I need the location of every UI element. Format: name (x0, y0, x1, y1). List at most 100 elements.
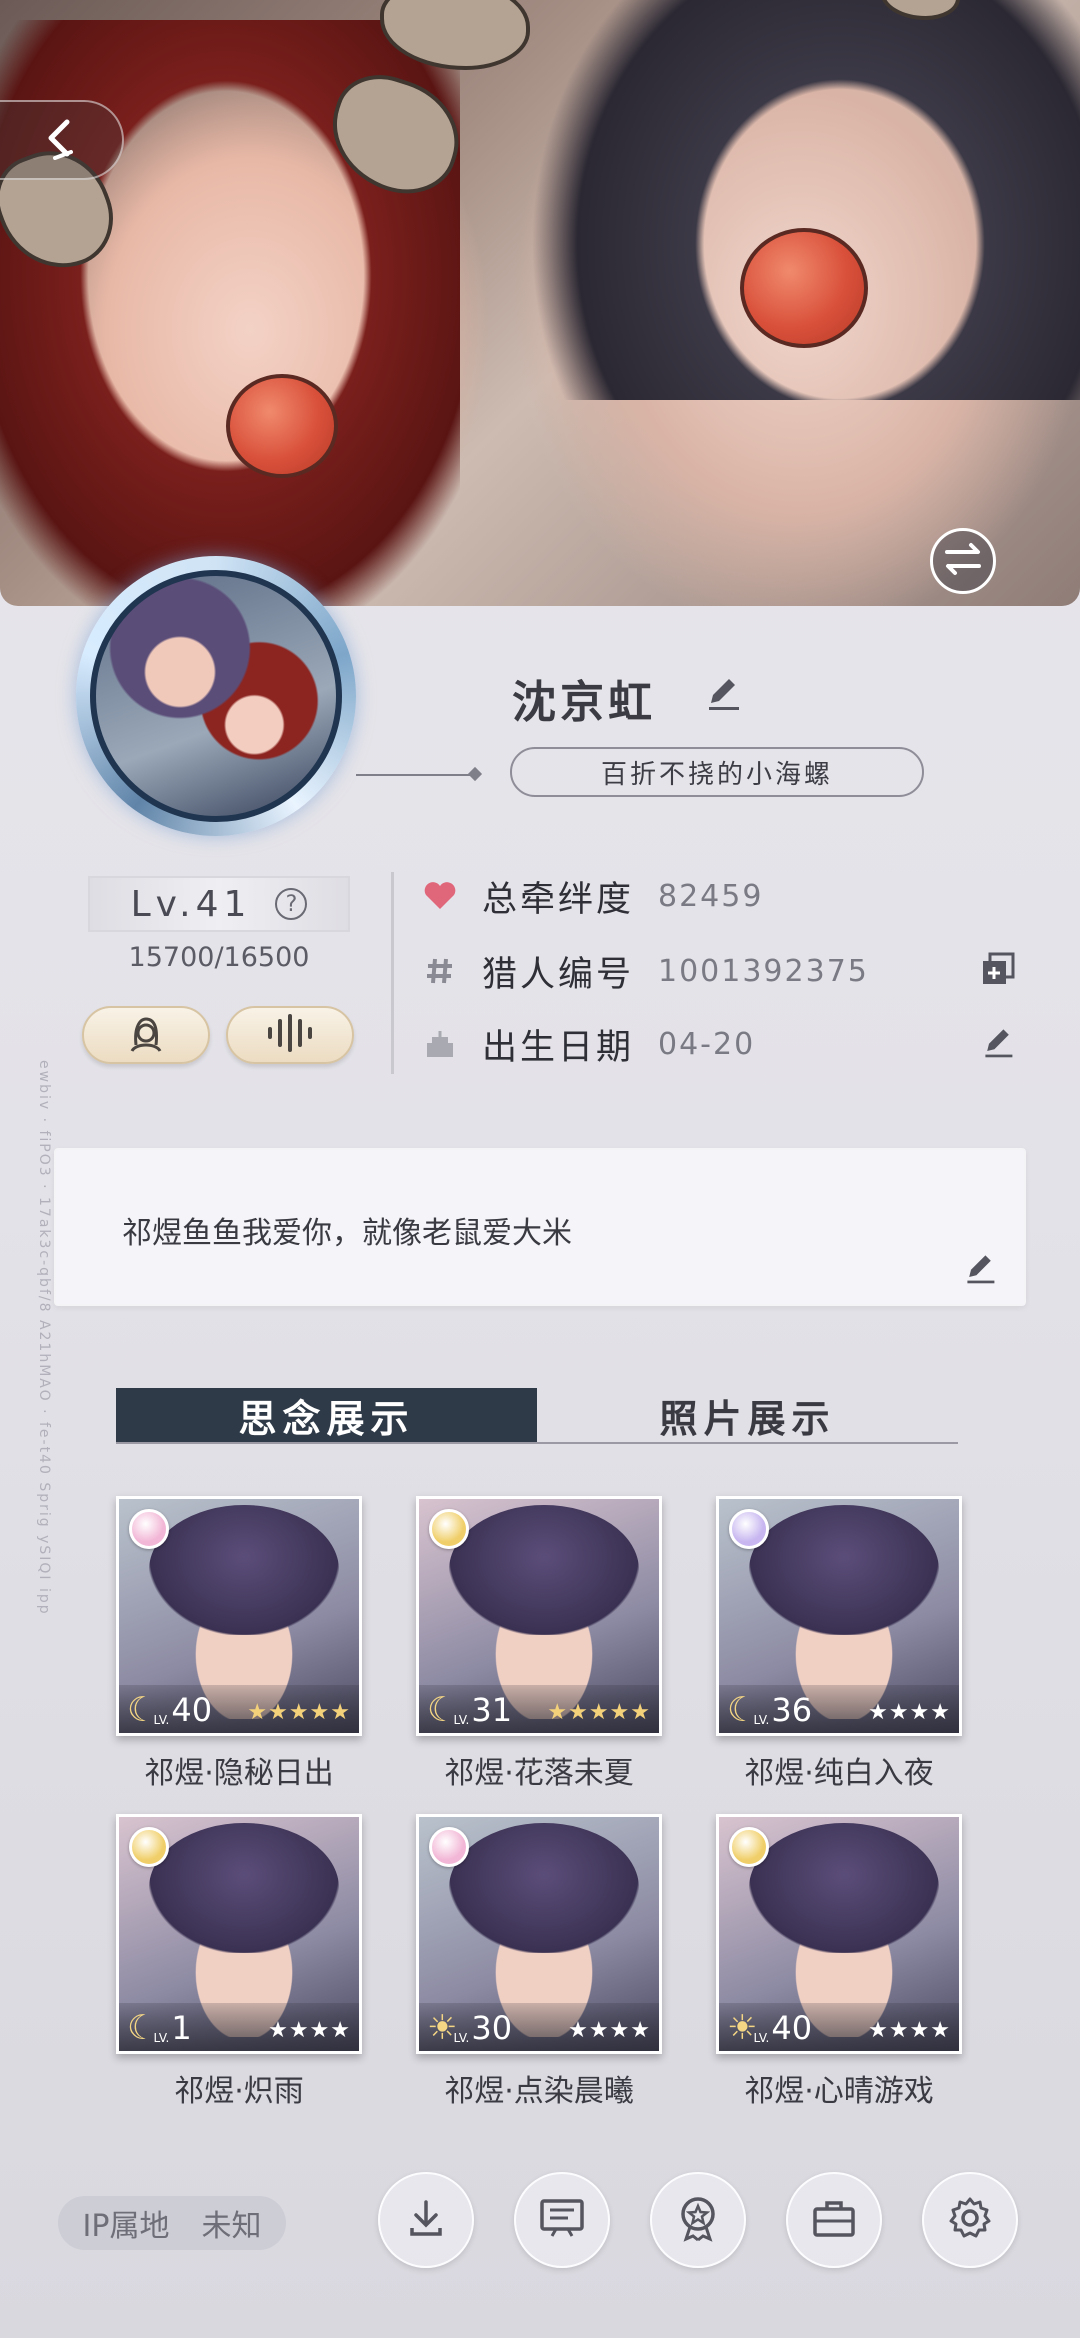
motto-title-badge[interactable]: 百折不挠的小海螺 (510, 747, 924, 797)
avatar-connector-line (356, 774, 476, 776)
tab-photo-showcase[interactable]: 照片展示 (537, 1388, 958, 1442)
edit-signature-button[interactable] (958, 1248, 1002, 1292)
hunter-id-row: 猎人编号 1001392375 (420, 941, 1020, 1001)
section-divider (391, 872, 394, 1074)
medal-icon (676, 2194, 720, 2246)
level-label: Lv.41 (130, 883, 252, 925)
pencil-icon (962, 1250, 998, 1290)
download-button[interactable] (378, 2172, 474, 2268)
showcase-tabs: 思念展示 照片展示 (116, 1388, 958, 1444)
memory-card-art: ☾ LV. 40 ★★★★★ (116, 1496, 362, 1736)
level-display: Lv.41 ? (88, 876, 350, 932)
card-level-prefix: LV. (453, 2031, 470, 2045)
card-level: ☀ LV. 40 (727, 2011, 812, 2045)
card-level: ☾ LV. 40 (127, 1693, 212, 1727)
memory-card-art: ☀ LV. 30 ★★★★ (416, 1814, 662, 2054)
memory-card[interactable]: ☾ LV. 1 ★★★★ 祁煜·炽雨 (116, 1814, 362, 2110)
ip-location-label: IP属地 (82, 2209, 170, 2244)
pencil-icon (980, 1024, 1016, 1064)
tab-memory-showcase[interactable]: 思念展示 (116, 1388, 537, 1442)
swap-icon (943, 541, 983, 581)
memory-card[interactable]: ☾ LV. 31 ★★★★★ 祁煜·花落未夏 (416, 1496, 662, 1792)
switch-banner-button[interactable] (930, 528, 996, 594)
card-character-hair (449, 1505, 639, 1635)
ip-location-value: 未知 (201, 2209, 262, 2244)
memory-card-caption: 祁煜·心晴游戏 (744, 2074, 934, 2109)
memory-card[interactable]: ☀ LV. 40 ★★★★ 祁煜·心晴游戏 (716, 1814, 962, 2110)
card-level-prefix: LV. (753, 2031, 770, 2045)
card-stars: ★★★★★ (247, 1700, 351, 1725)
ip-location: IP属地 未知 (58, 2196, 286, 2250)
memory-card-caption: 祁煜·炽雨 (174, 2074, 304, 2109)
profile-banner-image (0, 0, 1080, 606)
hash-icon (420, 951, 460, 991)
copy-icon (980, 951, 1016, 991)
card-rarity-badge-icon (729, 1827, 769, 1867)
experience-progress-text: 15700/16500 (128, 942, 310, 973)
edit-birthday-button[interactable] (976, 1022, 1020, 1066)
memory-card[interactable]: ☀ LV. 30 ★★★★ 祁煜·点染晨曦 (416, 1814, 662, 2110)
card-rarity-badge-icon (429, 1827, 469, 1867)
briefcase-icon (811, 2197, 857, 2243)
memory-card[interactable]: ☾ LV. 40 ★★★★★ 祁煜·隐秘日出 (116, 1496, 362, 1792)
change-avatar-button[interactable] (82, 1006, 210, 1064)
card-stars: ★★★★ (868, 2018, 951, 2043)
voice-button[interactable] (226, 1006, 354, 1064)
hunter-id-label: 猎人编号 (482, 954, 635, 995)
help-icon[interactable]: ? (275, 888, 308, 920)
memory-card-caption: 祁煜·花落未夏 (444, 1756, 634, 1791)
birthday-row: 出生日期 04-20 (420, 1014, 1020, 1074)
card-stars: ★★★★ (568, 2018, 651, 2043)
achievements-button[interactable] (650, 2172, 746, 2268)
board-icon (538, 2196, 586, 2244)
card-level-number: 30 (471, 2009, 513, 2047)
back-button[interactable] (0, 100, 124, 180)
memory-card-caption: 祁煜·纯白入夜 (744, 1756, 934, 1791)
card-level-prefix: LV. (153, 2031, 170, 2045)
card-stars: ★★★★ (868, 1700, 951, 1725)
card-level-number: 1 (171, 2009, 192, 2047)
avatar[interactable] (76, 556, 356, 836)
copy-id-button[interactable] (976, 949, 1020, 993)
pencil-icon (703, 673, 743, 717)
bond-value: 82459 (658, 878, 764, 914)
signature-box[interactable]: 祁煜鱼鱼我爱你，就像老鼠爱大米 (54, 1148, 1026, 1306)
birthday-value: 04-20 (658, 1026, 756, 1062)
card-character-hair (749, 1505, 939, 1635)
portrait-icon (124, 1011, 168, 1059)
memory-card[interactable]: ☾ LV. 36 ★★★★ 祁煜·纯白入夜 (716, 1496, 962, 1792)
memory-card-caption: 祁煜·隐秘日出 (144, 1756, 334, 1791)
card-stars: ★★★★ (268, 2018, 351, 2043)
card-character-hair (449, 1823, 639, 1953)
settings-button[interactable] (922, 2172, 1018, 2268)
card-level-number: 31 (471, 1691, 513, 1729)
card-level: ☾ LV. 1 (127, 2011, 192, 2045)
card-level-number: 40 (771, 2009, 813, 2047)
bond-row: 总牵绊度 82459 (420, 866, 1020, 926)
edit-name-button[interactable] (700, 672, 746, 718)
hunter-id-value: 1001392375 (658, 953, 869, 989)
inventory-button[interactable] (786, 2172, 882, 2268)
side-watermark-text: ewbiv · fiPO3 · 17ak3c-qbf/8 A21hMAO · f… (36, 1060, 52, 1616)
card-character-hair (149, 1505, 339, 1635)
red-nose-sticker-right (740, 228, 868, 348)
card-level-number: 36 (771, 1691, 813, 1729)
birthday-label: 出生日期 (482, 1027, 635, 1068)
cake-icon (420, 1024, 460, 1064)
memory-card-caption: 祁煜·点染晨曦 (444, 2074, 634, 2109)
card-level-prefix: LV. (453, 1713, 470, 1727)
message-board-button[interactable] (514, 2172, 610, 2268)
red-nose-sticker-left (226, 374, 338, 478)
card-level: ☾ LV. 36 (727, 1693, 812, 1727)
memory-card-art: ☾ LV. 36 ★★★★ (716, 1496, 962, 1736)
card-level-prefix: LV. (153, 1713, 170, 1727)
card-stars: ★★★★★ (547, 1700, 651, 1725)
player-name: 沈京虹 (512, 677, 656, 728)
card-rarity-badge-icon (429, 1509, 469, 1549)
card-level: ☾ LV. 31 (427, 1693, 512, 1727)
gear-icon (947, 2195, 993, 2245)
voice-wave-icon (264, 1013, 316, 1057)
memory-card-art: ☾ LV. 31 ★★★★★ (416, 1496, 662, 1736)
card-rarity-badge-icon (129, 1827, 169, 1867)
memory-card-art: ☾ LV. 1 ★★★★ (116, 1814, 362, 2054)
